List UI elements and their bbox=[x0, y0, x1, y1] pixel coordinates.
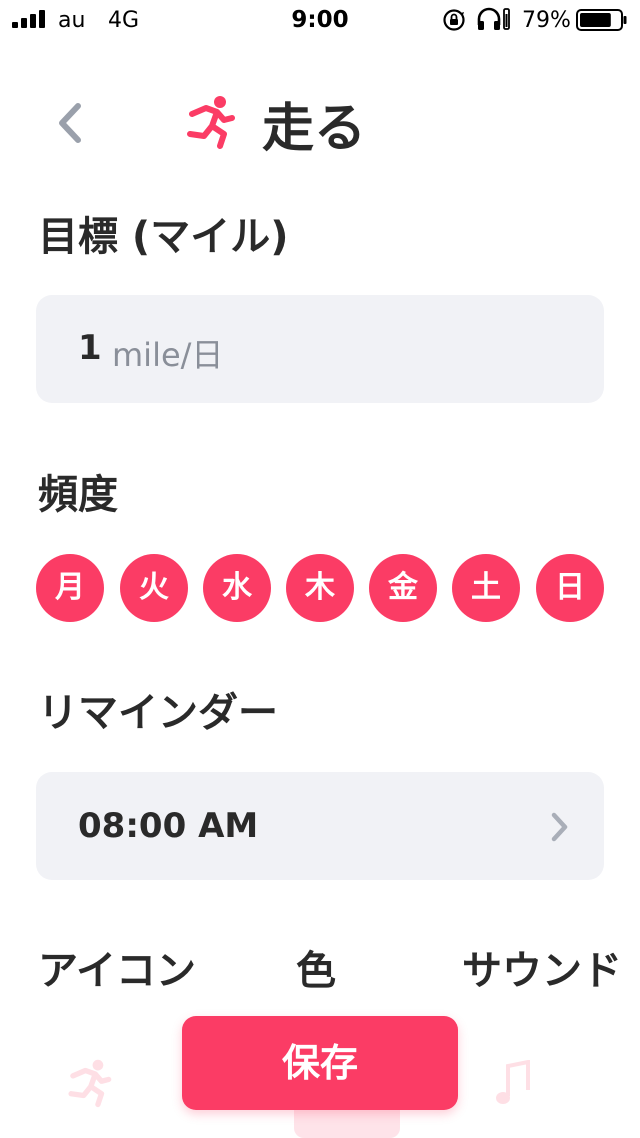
reminder-label: リマインダー bbox=[38, 690, 278, 736]
running-person-icon bbox=[187, 96, 235, 149]
rotation-lock-icon bbox=[443, 9, 465, 31]
music-note-icon[interactable] bbox=[494, 1060, 534, 1108]
goal-unit: mile/日 bbox=[112, 336, 224, 374]
day-toggle-fri[interactable]: 金 bbox=[369, 554, 437, 622]
chevron-left-icon bbox=[59, 103, 81, 143]
day-selector: 月 火 水 木 金 土 日 bbox=[36, 554, 606, 622]
sound-option-label: サウンド bbox=[462, 948, 622, 994]
goal-value: 1 bbox=[78, 328, 102, 368]
page-title: 走る bbox=[262, 99, 367, 159]
back-button[interactable] bbox=[48, 98, 92, 148]
battery-icon bbox=[576, 9, 627, 31]
save-button[interactable]: 保存 bbox=[182, 1016, 458, 1110]
icon-preview-running-icon[interactable] bbox=[64, 1058, 114, 1108]
status-bar: au 4G 9:00 79% bbox=[0, 0, 640, 40]
headphones-icon bbox=[477, 7, 510, 30]
day-toggle-wed[interactable]: 水 bbox=[203, 554, 271, 622]
day-toggle-thu[interactable]: 木 bbox=[286, 554, 354, 622]
day-toggle-sun[interactable]: 日 bbox=[536, 554, 604, 622]
frequency-label: 頻度 bbox=[38, 472, 118, 518]
day-toggle-tue[interactable]: 火 bbox=[120, 554, 188, 622]
goal-label: 目標 (マイル) bbox=[38, 214, 289, 260]
chevron-right-icon bbox=[551, 812, 568, 842]
icon-option-label: アイコン bbox=[38, 948, 196, 994]
day-toggle-mon[interactable]: 月 bbox=[36, 554, 104, 622]
reminder-time-field[interactable]: 08:00 AM bbox=[36, 772, 604, 880]
goal-field[interactable]: 1 mile/日 bbox=[36, 295, 604, 403]
color-option-label: 色 bbox=[296, 948, 336, 994]
day-toggle-sat[interactable]: 土 bbox=[452, 554, 520, 622]
reminder-time: 08:00 AM bbox=[78, 806, 259, 846]
battery-percent: 79% bbox=[522, 8, 571, 33]
